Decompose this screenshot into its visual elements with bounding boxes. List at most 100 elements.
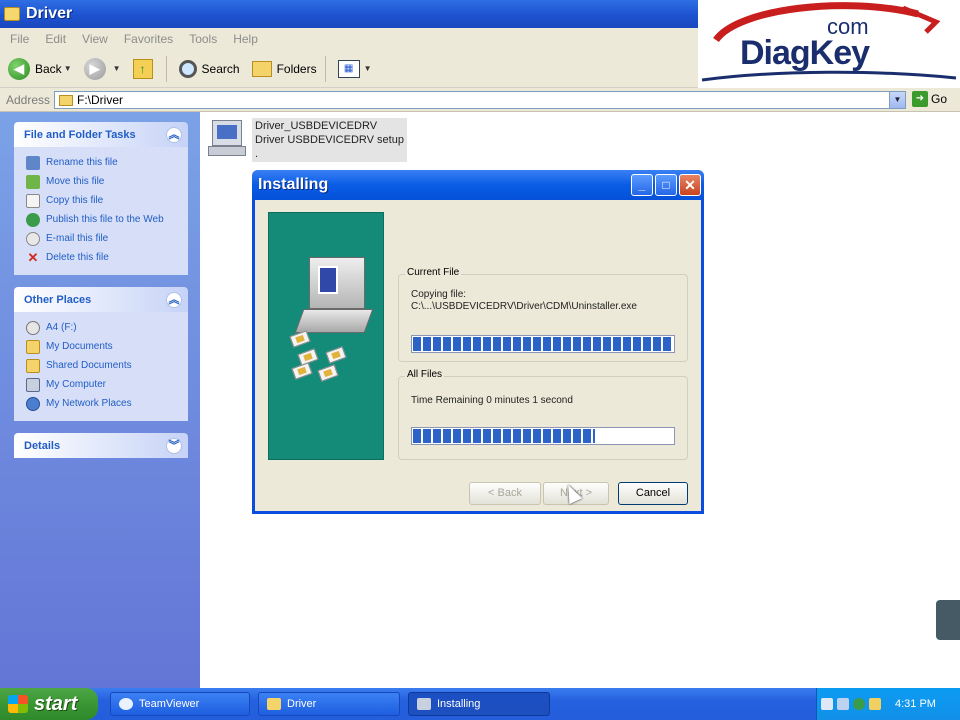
up-folder-button[interactable]: ↑: [129, 55, 162, 83]
file-extra: .: [255, 148, 259, 160]
file-name: Driver_USBDEVICEDRV: [255, 120, 378, 132]
address-dropdown-icon[interactable]: ▼: [889, 92, 905, 108]
back-label: Back: [35, 61, 62, 76]
back-arrow-icon: ◀: [8, 57, 30, 80]
views-button[interactable]: ▦ ▼: [334, 55, 376, 83]
dialog-title-bar[interactable]: Installing _ □ ✕: [252, 170, 704, 200]
move-icon: [26, 174, 40, 189]
task-label: Rename this file: [46, 157, 118, 168]
taskbar-item-label: Installing: [437, 698, 481, 710]
menu-favorites[interactable]: Favorites: [124, 32, 173, 46]
maximize-button[interactable]: □: [655, 174, 677, 196]
search-button[interactable]: Search: [175, 55, 244, 83]
all-files-progress: [411, 427, 675, 445]
details-title: Details: [24, 439, 61, 452]
details-panel: Details ︾: [14, 433, 188, 458]
place-my-network[interactable]: My Network Places: [26, 394, 182, 413]
forward-button[interactable]: ▶ ▼: [80, 55, 125, 83]
chevron-down-icon[interactable]: ▼: [364, 64, 372, 73]
file-item[interactable]: Driver_USBDEVICEDRV Driver USBDEVICEDRV …: [206, 118, 407, 162]
go-label: Go: [931, 92, 948, 106]
window-title: Driver: [26, 5, 73, 22]
current-file-path: C:\...\USBDEVICEDRV\Driver\CDM\Uninstall…: [411, 301, 637, 312]
side-widget-tab[interactable]: [936, 600, 960, 640]
file-tasks-header[interactable]: File and Folder Tasks ︽: [14, 122, 188, 147]
flying-file-icon: [325, 346, 347, 364]
flying-file-icon: [317, 364, 339, 382]
folders-button[interactable]: Folders: [248, 55, 321, 83]
forward-arrow-icon: ▶: [83, 57, 106, 80]
place-my-computer[interactable]: My Computer: [26, 375, 182, 394]
close-button[interactable]: ✕: [679, 174, 701, 196]
task-label: E-mail this file: [46, 233, 109, 244]
network-icon: [26, 396, 40, 411]
all-files-group: All Files Time Remaining 0 minutes 1 sec…: [398, 369, 688, 460]
start-button[interactable]: start: [0, 688, 98, 720]
window-title-bar[interactable]: Driver: [0, 0, 698, 28]
volume-tray-icon[interactable]: [837, 698, 849, 710]
menu-view[interactable]: View: [82, 32, 108, 46]
taskbar-item-installing[interactable]: Installing: [408, 692, 550, 716]
collapse-chevron-icon[interactable]: ︽: [166, 126, 182, 143]
toolbar: ◀ Back ▼ ▶ ▼ ↑ Search Folders ▦ ▼: [0, 50, 698, 88]
address-input[interactable]: F:\Driver ▼: [54, 91, 906, 109]
back-dialog-button[interactable]: < Back: [469, 482, 541, 505]
go-button[interactable]: ➜ Go: [912, 91, 947, 107]
folder-icon: [59, 94, 73, 106]
copy-icon: [26, 193, 40, 208]
place-drive-f[interactable]: A4 (F:): [26, 318, 182, 337]
folders-label: Folders: [276, 61, 317, 76]
place-label: My Documents: [46, 341, 113, 352]
collapse-chevron-icon[interactable]: ︽: [166, 291, 182, 308]
all-files-legend: All Files: [405, 369, 445, 380]
minimize-button[interactable]: _: [631, 174, 653, 196]
dialog-title: Installing: [258, 176, 329, 193]
task-copy[interactable]: Copy this file: [26, 191, 182, 210]
task-pane: File and Folder Tasks ︽ Rename this file…: [0, 112, 200, 688]
menu-file[interactable]: File: [10, 32, 29, 46]
taskbar-item-teamviewer[interactable]: TeamViewer: [110, 692, 250, 716]
teamviewer-icon: [119, 698, 133, 710]
expand-chevron-icon[interactable]: ︾: [166, 437, 182, 454]
cancel-dialog-button[interactable]: Cancel: [618, 482, 688, 505]
logo-name-text: DiagKey: [740, 34, 870, 72]
chevron-down-icon[interactable]: ▼: [64, 64, 72, 73]
search-label: Search: [201, 61, 240, 76]
menu-tools[interactable]: Tools: [189, 32, 217, 46]
back-button[interactable]: ◀ Back ▼: [4, 55, 76, 83]
setup-file-icon: [206, 118, 248, 160]
task-label: Move this file: [46, 176, 105, 187]
shared-folder-icon: [26, 358, 40, 373]
place-label: My Network Places: [46, 398, 132, 409]
up-folder-icon: ↑: [132, 58, 153, 79]
task-email[interactable]: E-mail this file: [26, 229, 182, 248]
diagkey-logo: com DiagKey: [698, 0, 960, 88]
globe-icon: [26, 212, 40, 227]
system-tray: 4:31 PM: [816, 688, 960, 720]
network-tray-icon[interactable]: [821, 698, 833, 710]
taskbar-item-driver[interactable]: Driver: [258, 692, 400, 716]
clock[interactable]: 4:31 PM: [895, 698, 936, 710]
task-delete[interactable]: ✕ Delete this file: [26, 248, 182, 267]
menu-help[interactable]: Help: [233, 32, 258, 46]
menu-bar: File Edit View Favorites Tools Help: [0, 28, 698, 50]
update-tray-icon[interactable]: [869, 698, 881, 710]
folder-icon: [267, 698, 281, 710]
task-rename[interactable]: Rename this file: [26, 153, 182, 172]
security-tray-icon[interactable]: [853, 698, 865, 710]
installer-illustration: [268, 212, 384, 460]
file-description: Driver USBDEVICEDRV setup: [255, 134, 404, 146]
chevron-down-icon[interactable]: ▼: [113, 64, 121, 73]
place-shared-documents[interactable]: Shared Documents: [26, 356, 182, 375]
other-places-header[interactable]: Other Places ︽: [14, 287, 188, 312]
place-my-documents[interactable]: My Documents: [26, 337, 182, 356]
details-header[interactable]: Details ︾: [14, 433, 188, 458]
windows-flag-icon: [8, 695, 28, 713]
folders-icon: [251, 60, 272, 77]
flying-file-icon: [291, 362, 313, 380]
task-move[interactable]: Move this file: [26, 172, 182, 191]
menu-edit[interactable]: Edit: [45, 32, 66, 46]
file-tasks-panel: File and Folder Tasks ︽ Rename this file…: [14, 122, 188, 275]
delete-x-icon: ✕: [27, 249, 39, 265]
task-publish[interactable]: Publish this file to the Web: [26, 210, 182, 229]
